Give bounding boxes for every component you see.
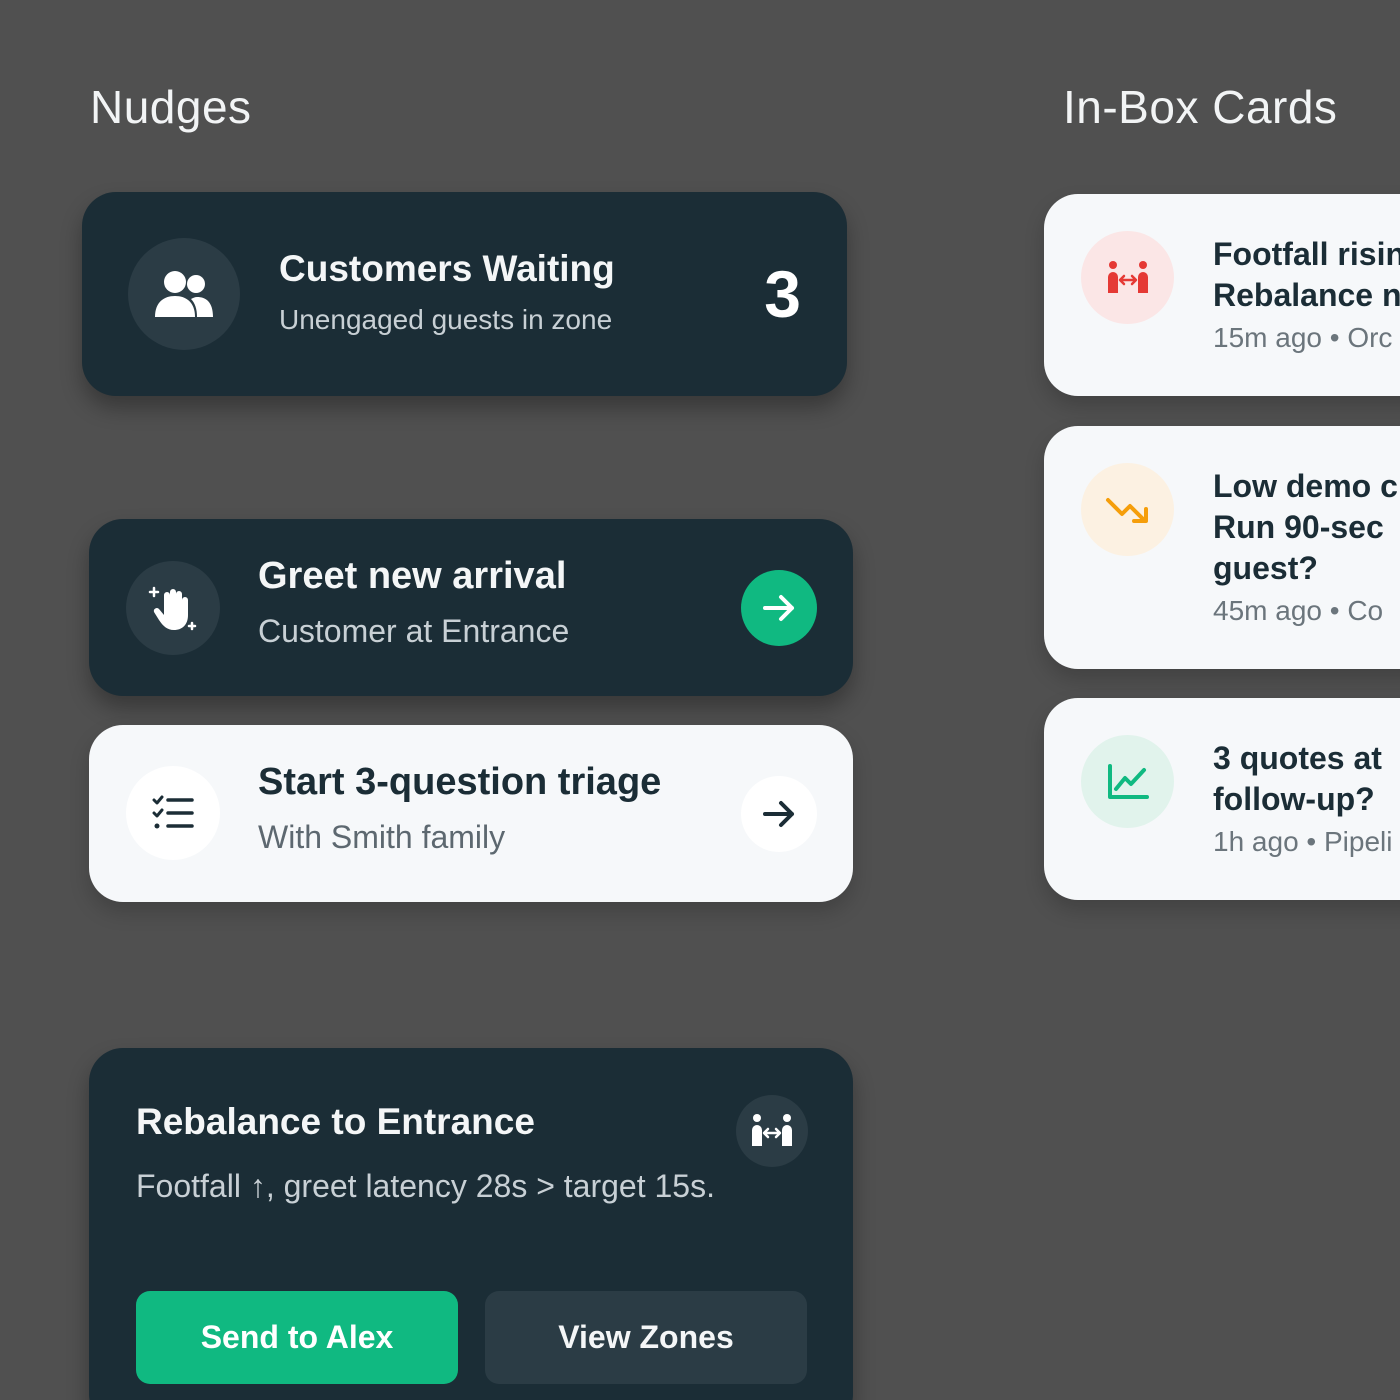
inbox-card-title-line: Footfall risin <box>1213 236 1400 272</box>
nudge-subtitle: Unengaged guests in zone <box>279 304 613 335</box>
inbox-section-title: In-Box Cards <box>1063 81 1338 133</box>
nudge-subtitle: Customer at Entrance <box>258 613 570 649</box>
go-button[interactable] <box>741 570 817 646</box>
nudge-title: Greet new arrival <box>258 555 567 597</box>
go-button[interactable] <box>741 776 817 852</box>
rebalance-people-icon <box>736 1095 808 1167</box>
inbox-card-meta: 1h ago • Pipeli <box>1213 826 1393 857</box>
users-icon <box>128 238 240 350</box>
inbox-card-title-line: guest? <box>1213 550 1318 586</box>
view-zones-button[interactable]: View Zones <box>485 1291 807 1384</box>
rebalance-people-icon <box>1081 231 1174 324</box>
rebalance-nudge: Rebalance to Entrance Footfall ↑, greet … <box>89 1048 853 1400</box>
wave-hand-icon <box>126 561 220 655</box>
inbox-card[interactable]: Footfall risin Rebalance n 15m ago • Orc <box>1044 194 1400 396</box>
triage-nudge[interactable]: Start 3-question triage With Smith famil… <box>89 725 853 902</box>
line-chart-icon <box>1081 735 1174 828</box>
nudge-subtitle: With Smith family <box>258 819 506 855</box>
waiting-count: 3 <box>764 257 801 331</box>
nudge-title: Customers Waiting <box>279 248 615 289</box>
inbox-card-meta: 45m ago • Co <box>1213 595 1384 626</box>
inbox-card-title-line: Low demo c <box>1213 468 1398 504</box>
inbox-card-title-line: follow-up? <box>1213 781 1375 817</box>
inbox-card[interactable]: 3 quotes at follow-up? 1h ago • Pipeli <box>1044 698 1400 900</box>
inbox-card-title-line: Rebalance n <box>1213 277 1400 313</box>
greet-arrival-nudge[interactable]: Greet new arrival Customer at Entrance <box>89 519 853 696</box>
inbox-card-title-line: 3 quotes at <box>1213 740 1382 776</box>
inbox-card-title-line: Run 90-sec <box>1213 509 1384 545</box>
inbox-card-meta: 15m ago • Orc <box>1213 322 1393 353</box>
trending-down-icon <box>1081 463 1174 556</box>
nudge-title: Start 3-question triage <box>258 761 662 803</box>
send-to-alex-button[interactable]: Send to Alex <box>136 1291 458 1384</box>
rebalance-description: Footfall ↑, greet latency 28s > target 1… <box>136 1168 715 1204</box>
arrow-right-icon <box>763 801 794 827</box>
checklist-icon <box>126 766 220 860</box>
customers-waiting-nudge[interactable]: Customers Waiting Unengaged guests in zo… <box>82 192 847 396</box>
inbox-card[interactable]: Low demo c Run 90-sec guest? 45m ago • C… <box>1044 426 1400 669</box>
nudges-section-title: Nudges <box>90 81 252 133</box>
nudge-title: Rebalance to Entrance <box>136 1101 535 1142</box>
arrow-right-icon <box>763 595 794 621</box>
